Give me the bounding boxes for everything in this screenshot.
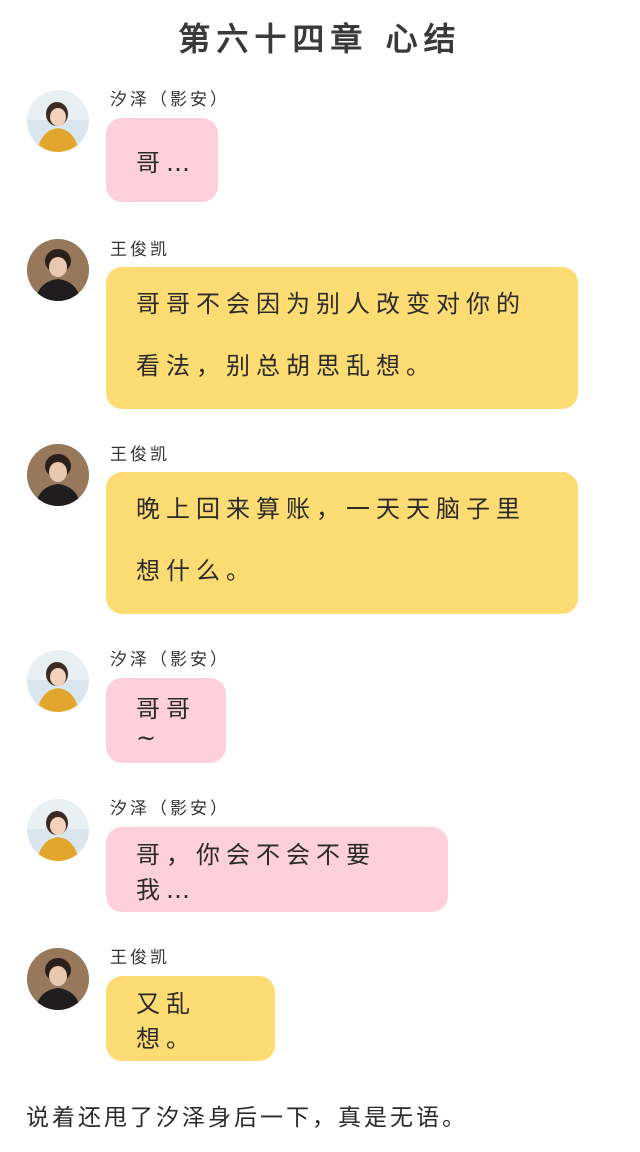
sender-name: 汐泽（影安） xyxy=(110,90,230,110)
chat-bubble: 哥，你会不会不要我… xyxy=(106,827,448,912)
sender-name: 王俊凯 xyxy=(110,240,170,260)
avatar-xize[interactable] xyxy=(27,799,89,861)
narration-text: 说着还甩了汐泽身后一下，真是无语。 xyxy=(26,1105,468,1131)
avatar-wjk[interactable] xyxy=(27,444,89,506)
chat-bubble: 哥哥~ xyxy=(106,678,226,763)
avatar-xize[interactable] xyxy=(27,90,89,152)
chapter-title: 第六十四章 心结 xyxy=(178,20,462,58)
chat-bubble: 又乱想。 xyxy=(106,976,275,1061)
avatar-xize[interactable] xyxy=(27,650,89,712)
avatar-wjk[interactable] xyxy=(27,239,89,301)
sender-name: 王俊凯 xyxy=(110,445,170,465)
chat-bubble: 晚上回来算账，一天天脑子里想什么。 xyxy=(106,472,578,614)
chat-bubble: 哥哥不会因为别人改变对你的看法，别总胡思乱想。 xyxy=(106,267,578,409)
chat-bubble: 哥… xyxy=(106,118,218,202)
sender-name: 王俊凯 xyxy=(110,948,170,968)
avatar-wjk[interactable] xyxy=(27,948,89,1010)
sender-name: 汐泽（影安） xyxy=(110,799,230,819)
sender-name: 汐泽（影安） xyxy=(110,650,230,670)
